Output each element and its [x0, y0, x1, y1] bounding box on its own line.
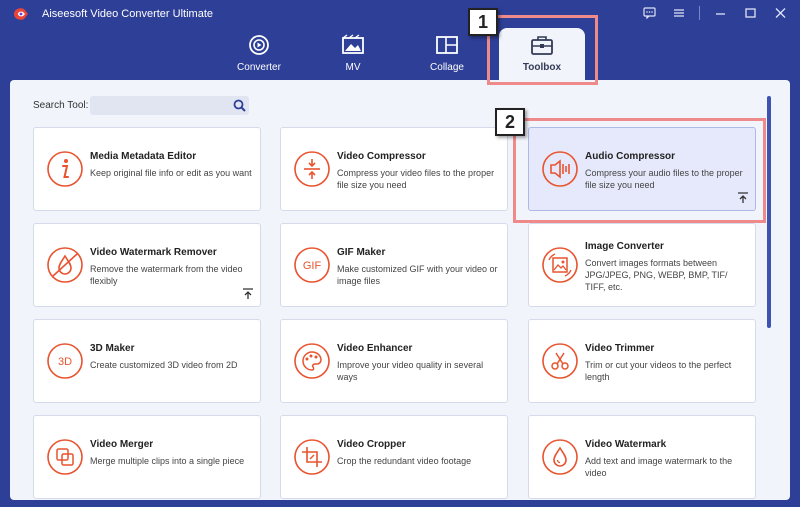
highlight-audio-compressor: [513, 118, 766, 223]
menu-icon[interactable]: [669, 4, 689, 22]
maximize-icon[interactable]: [740, 4, 760, 22]
tool-desc: Convert images formats between JPG/JPEG,…: [585, 258, 728, 292]
tool-card-video-watermark[interactable]: Video Watermark Add text and image water…: [528, 415, 756, 499]
search-label: Search Tool:: [33, 100, 89, 111]
svg-text:GIF: GIF: [303, 260, 322, 272]
gif-icon: GIF: [294, 247, 330, 283]
tool-desc: Keep original file info or edit as you w…: [90, 168, 252, 178]
watermark-remove-icon: [47, 247, 83, 283]
compress-icon: [294, 151, 330, 187]
mv-icon: [342, 34, 364, 54]
app-logo-icon: [14, 8, 28, 20]
tool-desc: Compress your video files to the proper …: [337, 168, 495, 190]
window-controls: [639, 4, 790, 22]
tool-title: Video Watermark Remover: [90, 247, 217, 258]
tab-converter[interactable]: Converter: [216, 28, 302, 80]
search-icon[interactable]: [233, 99, 246, 112]
main-nav: Converter MV Collage Toolbox: [0, 28, 800, 80]
tool-desc: Crop the redundant video footage: [337, 456, 472, 466]
palette-icon: [294, 343, 330, 379]
tool-title: Video Enhancer: [337, 343, 413, 354]
watermark-icon: [542, 439, 578, 475]
tool-desc: Create customized 3D video from 2D: [90, 360, 238, 370]
tool-desc: Remove the watermark from the video flex…: [90, 264, 243, 286]
tool-title: Video Compressor: [337, 151, 426, 162]
image-convert-icon: [542, 247, 578, 283]
tool-card-video-enhancer[interactable]: Video Enhancer Improve your video qualit…: [280, 319, 508, 403]
tool-desc: Improve your video quality in several wa…: [337, 360, 484, 382]
tool-card-video-compressor[interactable]: Video Compressor Compress your video fil…: [280, 127, 508, 211]
tool-card-video-cropper[interactable]: Video Cropper Crop the redundant video f…: [280, 415, 508, 499]
tool-card-video-watermark-remover[interactable]: Video Watermark Remover Remove the water…: [33, 223, 261, 307]
merge-icon: [47, 439, 83, 475]
tool-title: Image Converter: [585, 241, 664, 252]
feedback-icon[interactable]: [639, 4, 659, 22]
tool-desc: Make customized GIF with your video or i…: [337, 264, 498, 286]
collage-icon: [436, 36, 458, 54]
tool-card-gif-maker[interactable]: GIF GIF Maker Make customized GIF with y…: [280, 223, 508, 307]
step-badge-2: 2: [495, 108, 525, 136]
tool-card-media-metadata-editor[interactable]: Media Metadata Editor Keep original file…: [33, 127, 261, 211]
converter-icon: [249, 35, 269, 55]
tab-converter-label: Converter: [237, 62, 281, 73]
crop-icon: [294, 439, 330, 475]
app-title: Aiseesoft Video Converter Ultimate: [42, 8, 213, 20]
3d-icon: 3D: [47, 343, 83, 379]
info-icon: [47, 151, 83, 187]
tool-card-3d-maker[interactable]: 3D 3D Maker Create customized 3D video f…: [33, 319, 261, 403]
tool-card-video-trimmer[interactable]: Video Trimmer Trim or cut your videos to…: [528, 319, 756, 403]
tab-mv[interactable]: MV: [310, 28, 396, 80]
svg-text:3D: 3D: [58, 356, 72, 368]
scrollbar[interactable]: [767, 96, 771, 328]
tool-desc: Merge multiple clips into a single piece: [90, 456, 245, 466]
app-window: Aiseesoft Video Converter Ultimate Conve…: [0, 0, 800, 507]
highlight-toolbox-tab: [487, 15, 598, 85]
search-input[interactable]: [90, 96, 249, 115]
tool-title: GIF Maker: [337, 247, 386, 258]
title-bar: Aiseesoft Video Converter Ultimate: [0, 0, 800, 28]
tool-title: Video Cropper: [337, 439, 406, 450]
step-badge-1: 1: [468, 8, 498, 36]
tool-card-video-merger[interactable]: Video Merger Merge multiple clips into a…: [33, 415, 261, 499]
tool-title: Media Metadata Editor: [90, 151, 197, 162]
tool-title: Video Watermark: [585, 439, 667, 450]
tab-collage-label: Collage: [430, 62, 464, 73]
title-separator: [699, 6, 700, 20]
minimize-icon[interactable]: [710, 4, 730, 22]
pin-to-top-icon[interactable]: [242, 288, 254, 300]
scissors-icon: [542, 343, 578, 379]
tool-desc: Add text and image watermark to the vide…: [585, 456, 733, 478]
tool-title: Video Merger: [90, 439, 154, 450]
tool-card-image-converter[interactable]: Image Converter Convert images formats b…: [528, 223, 756, 307]
close-icon[interactable]: [770, 4, 790, 22]
tool-title: 3D Maker: [90, 343, 135, 354]
tab-mv-label: MV: [345, 62, 361, 73]
tool-desc: Trim or cut your videos to the perfect l…: [585, 360, 732, 382]
tool-title: Video Trimmer: [585, 343, 655, 354]
